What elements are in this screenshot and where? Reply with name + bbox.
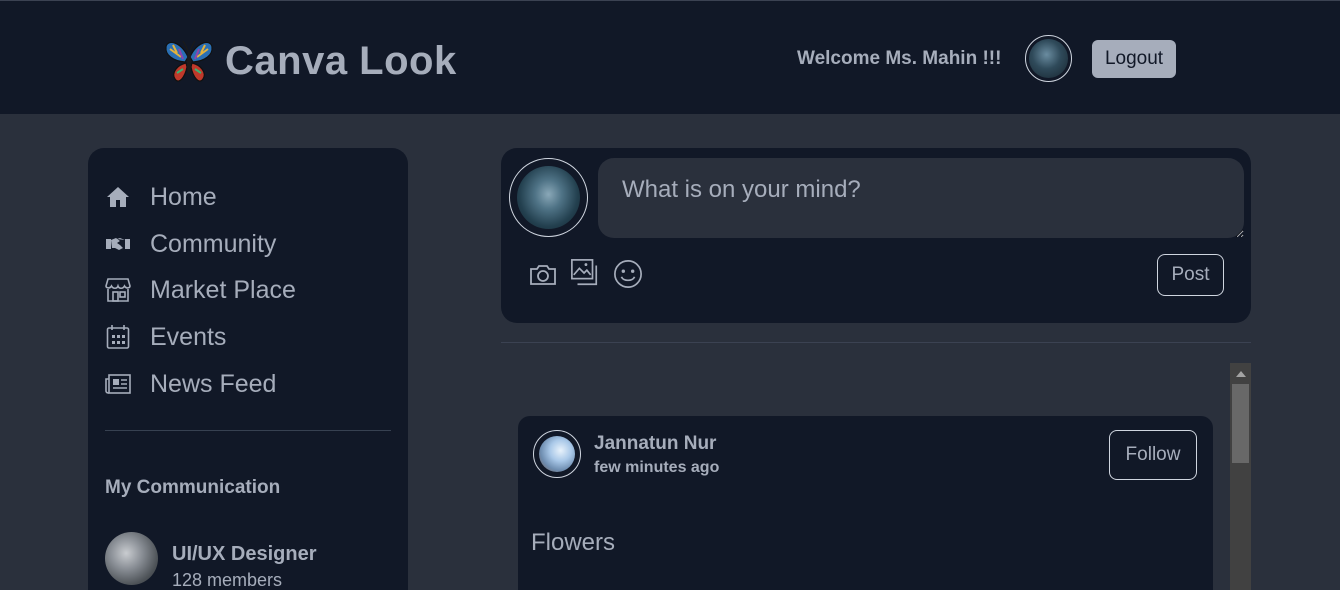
sidebar-item-label: Events [150, 322, 227, 351]
feed-scrollbar[interactable] [1230, 363, 1251, 590]
sidebar-item-market-place[interactable]: Market Place [105, 272, 296, 308]
butterfly-logo-icon [165, 40, 213, 82]
welcome-message: Welcome Ms. Mahin !!! [797, 48, 1002, 69]
top-navbar: Canva Look Welcome Ms. Mahin !!! Logout [0, 0, 1340, 114]
post-title: Flowers [531, 529, 616, 556]
community-group-item[interactable]: UI/UX Designer 128 members [105, 532, 316, 590]
sidebar-item-community[interactable]: Community [105, 226, 276, 262]
emoji-icon[interactable] [613, 259, 643, 289]
follow-button[interactable]: Follow [1109, 430, 1197, 480]
gallery-icon[interactable] [570, 258, 600, 288]
section-title: My Communication [105, 477, 281, 498]
sidebar-item-news-feed[interactable]: News Feed [105, 366, 276, 402]
composer-avatar [509, 158, 588, 237]
camera-icon[interactable] [528, 260, 558, 290]
group-avatar [105, 532, 158, 585]
group-name: UI/UX Designer [172, 543, 317, 565]
post-composer: Post [501, 148, 1251, 323]
sidebar-item-home[interactable]: Home [105, 179, 217, 215]
post-author-avatar[interactable] [533, 430, 581, 478]
calendar-icon [105, 324, 131, 350]
sidebar-item-label: Home [150, 182, 217, 211]
sidebar-divider [105, 430, 391, 431]
brand[interactable]: Canva Look [163, 35, 457, 87]
sidebar-item-label: Community [150, 229, 277, 258]
post-timestamp: few minutes ago [594, 459, 720, 476]
user-avatar[interactable] [1025, 35, 1072, 82]
sidebar: Home Community Market Place Events News … [88, 148, 408, 590]
post-author-name[interactable]: Jannatun Nur [594, 433, 716, 455]
post-button[interactable]: Post [1157, 254, 1224, 296]
logout-button[interactable]: Logout [1092, 40, 1176, 78]
brand-title: Canva Look [225, 38, 457, 83]
store-icon [105, 277, 131, 303]
scroll-up-arrow-icon[interactable] [1230, 363, 1251, 384]
sidebar-item-label: News Feed [150, 369, 277, 398]
sidebar-item-label: Market Place [150, 275, 296, 304]
newspaper-icon [105, 371, 131, 397]
handshake-icon [105, 231, 131, 257]
scrollbar-thumb[interactable] [1232, 384, 1249, 463]
feed-divider [501, 342, 1251, 343]
post-text-input[interactable] [598, 158, 1244, 238]
post-card: Jannatun Nur few minutes ago Follow Flow… [518, 416, 1213, 590]
home-icon [105, 184, 131, 210]
sidebar-item-events[interactable]: Events [105, 319, 226, 355]
group-members-count: 128 members [172, 570, 283, 590]
